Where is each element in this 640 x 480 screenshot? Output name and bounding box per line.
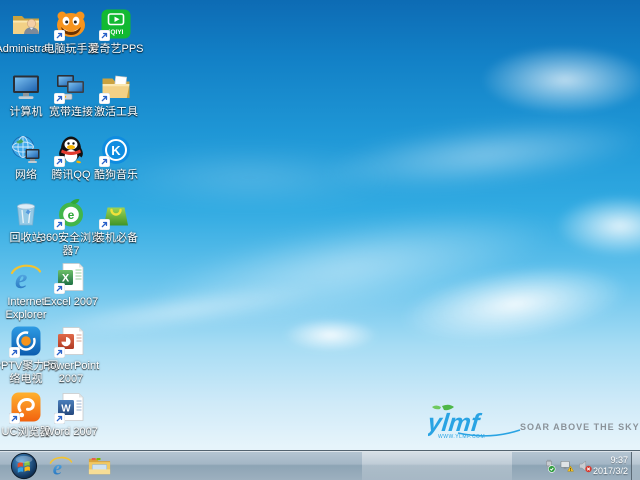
icon-label: 回收站	[9, 232, 43, 244]
start-button[interactable]	[8, 451, 40, 480]
icon-label: 网络	[15, 169, 37, 181]
icon-label: PowerPoint 2007	[42, 360, 100, 385]
shortcut-arrow-icon	[9, 347, 20, 358]
shortcut-arrow-icon	[99, 30, 110, 41]
shortcut-arrow-icon	[54, 413, 65, 424]
icon-label: 装机必备	[94, 232, 138, 244]
recycle-bin-icon	[10, 197, 42, 229]
svg-text:iQIYI: iQIYI	[108, 29, 123, 36]
iqiyi-icon: iQIYI	[99, 8, 132, 41]
shortcut-arrow-icon	[54, 219, 65, 230]
clock-date: 2017/3/2	[592, 466, 628, 476]
folder-tools-icon	[99, 71, 132, 104]
uc-browser-icon	[9, 391, 42, 424]
taskbar-windows-explorer[interactable]	[84, 451, 114, 480]
shortcut-arrow-icon	[54, 347, 65, 358]
icon-label: 腾讯QQ	[51, 169, 91, 181]
icon-label: 酷狗音乐	[94, 169, 138, 181]
desktop-background: ylmf WWW.YLMF.COM SOAR ABOVE THE SKY Adm…	[0, 0, 640, 480]
powerpoint-icon	[54, 325, 87, 358]
word-icon: W	[54, 391, 87, 424]
shortcut-arrow-icon	[54, 30, 65, 41]
taskbar: e 9:37 2017/3/2	[0, 450, 640, 480]
computer-icon	[10, 71, 42, 103]
windows-orb-icon	[10, 452, 38, 479]
folder-icon	[88, 458, 110, 475]
cloud	[283, 318, 378, 352]
system-tray	[542, 452, 592, 480]
icon-label: Excel 2007	[43, 296, 99, 308]
ylmf-logo-text: ylmf	[428, 409, 483, 437]
icon-label: 宽带连接	[49, 106, 93, 118]
icon-label: 激活工具	[94, 106, 138, 118]
watermark-url: WWW.YLMF.COM	[438, 434, 486, 440]
cloud	[100, 150, 400, 205]
icon-label: 计算机	[9, 106, 43, 118]
desktop-icon-excel[interactable]: X Excel 2007	[44, 261, 98, 309]
usb-safe-remove-icon[interactable]	[542, 459, 556, 473]
icon-label: 爱奇艺PPS	[88, 43, 144, 55]
desktop-icon-activation-tools[interactable]: 激活工具	[89, 71, 143, 119]
excel-icon: X	[54, 261, 87, 294]
taskbar-internet-explorer[interactable]: e	[46, 451, 76, 480]
game-monster-icon	[54, 8, 87, 41]
network-warning-icon[interactable]	[560, 459, 574, 473]
clock-time: 9:37	[610, 455, 628, 465]
user-folder-icon	[10, 8, 42, 40]
icon-label: Internet Explorer	[5, 296, 47, 321]
ylmf-watermark: ylmf WWW.YLMF.COM SOAR ABOVE THE SKY	[428, 403, 640, 440]
watermark-tagline: SOAR ABOVE THE SKY	[520, 422, 640, 432]
cloud	[555, 195, 640, 257]
taskbar-glass-reflection	[362, 452, 512, 480]
shortcut-arrow-icon	[99, 93, 110, 104]
kugou-music-icon: K	[99, 134, 132, 167]
desktop-icon-word[interactable]: W Word 2007	[44, 391, 98, 439]
svg-text:K: K	[111, 143, 121, 158]
shortcut-arrow-icon	[54, 283, 65, 294]
internet-explorer-icon: e	[49, 455, 73, 478]
show-desktop-button[interactable]	[631, 452, 640, 480]
desktop-icon-powerpoint[interactable]: PowerPoint 2007	[42, 325, 100, 386]
desktop-icon-iqiyi[interactable]: iQIYI 爱奇艺PPS	[88, 8, 144, 56]
shortcut-arrow-icon	[99, 219, 110, 230]
shortcut-arrow-icon	[54, 156, 65, 167]
qq-penguin-icon	[54, 134, 87, 167]
360-browser-icon: e	[54, 197, 87, 230]
icon-label: Word 2007	[44, 426, 98, 438]
broadband-connection-icon	[54, 71, 87, 104]
volume-muted-icon[interactable]	[578, 459, 592, 473]
software-bag-icon	[99, 197, 132, 230]
shortcut-arrow-icon	[54, 93, 65, 104]
cloud	[480, 45, 640, 115]
internet-explorer-icon: e	[10, 261, 42, 293]
desktop-icon-software-bag[interactable]: 装机必备	[89, 197, 143, 245]
pptv-icon	[9, 325, 42, 358]
shortcut-arrow-icon	[99, 156, 110, 167]
desktop-icon-kugou[interactable]: K 酷狗音乐	[89, 134, 143, 182]
shortcut-arrow-icon	[9, 413, 20, 424]
taskbar-clock[interactable]: 9:37 2017/3/2	[593, 452, 628, 480]
svg-text:e: e	[68, 208, 75, 222]
network-globe-icon	[10, 134, 42, 166]
